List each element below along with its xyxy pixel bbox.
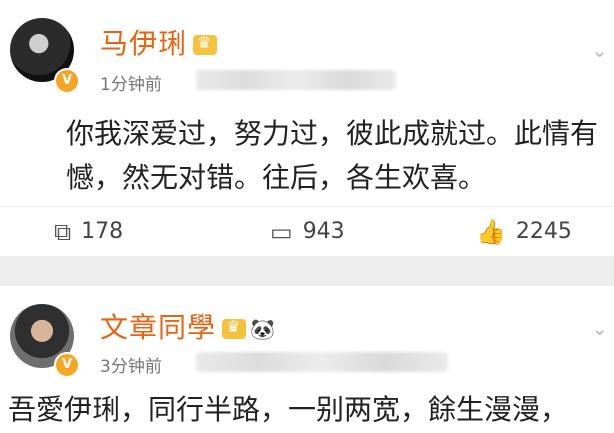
chevron-down-icon[interactable]: ⌄ (591, 316, 608, 340)
repost-count: 178 (81, 219, 124, 244)
crown-icon (222, 317, 247, 339)
crown-icon (193, 33, 218, 55)
thumbs-up-icon: 👍 (476, 217, 506, 246)
username-text[interactable]: 文章同學 (100, 311, 216, 344)
verified-badge-icon: V (54, 68, 80, 94)
like-button[interactable]: 👍 2245 (476, 219, 572, 244)
blurred-source-text (196, 352, 448, 372)
post-divider (0, 256, 614, 286)
chevron-down-icon[interactable]: ⌄ (591, 38, 608, 62)
comment-icon: ▭ (270, 217, 293, 246)
username[interactable]: 马伊琍 (100, 22, 218, 62)
weibo-post-1: V 马伊琍 1分钟前 ⌄ 你我深爱过，努力过，彼此成就过。此情有憾，然无对错。往… (0, 0, 614, 256)
blurred-source-text (196, 70, 396, 90)
like-count: 2245 (515, 219, 572, 244)
timestamp: 1分钟前 (100, 75, 162, 95)
post-content: 你我深爱过，努力过，彼此成就过。此情有憾，然无对错。往后，各生欢喜。 (66, 117, 599, 194)
post-content: 吾愛伊琍，同行半路，一别两宽，餘生漫漫， (8, 393, 569, 426)
action-bar: ⧉ 178 ▭ 943 👍 2245 (0, 206, 614, 255)
panda-icon: 🐼 (250, 317, 276, 341)
verified-badge-icon: V (54, 352, 80, 378)
repost-button[interactable]: ⧉ 178 (54, 219, 123, 244)
comment-button[interactable]: ▭ 943 (270, 219, 345, 244)
repost-icon: ⧉ (54, 217, 72, 246)
weibo-post-2: V 文章同學 🐼 3分钟前 ⌄ 吾愛伊琍，同行半路，一别两宽，餘生漫漫， (0, 286, 614, 433)
username-text[interactable]: 马伊琍 (100, 27, 187, 60)
timestamp: 3分钟前 (100, 357, 162, 377)
username[interactable]: 文章同學 🐼 (100, 306, 276, 346)
comment-count: 943 (302, 219, 345, 244)
